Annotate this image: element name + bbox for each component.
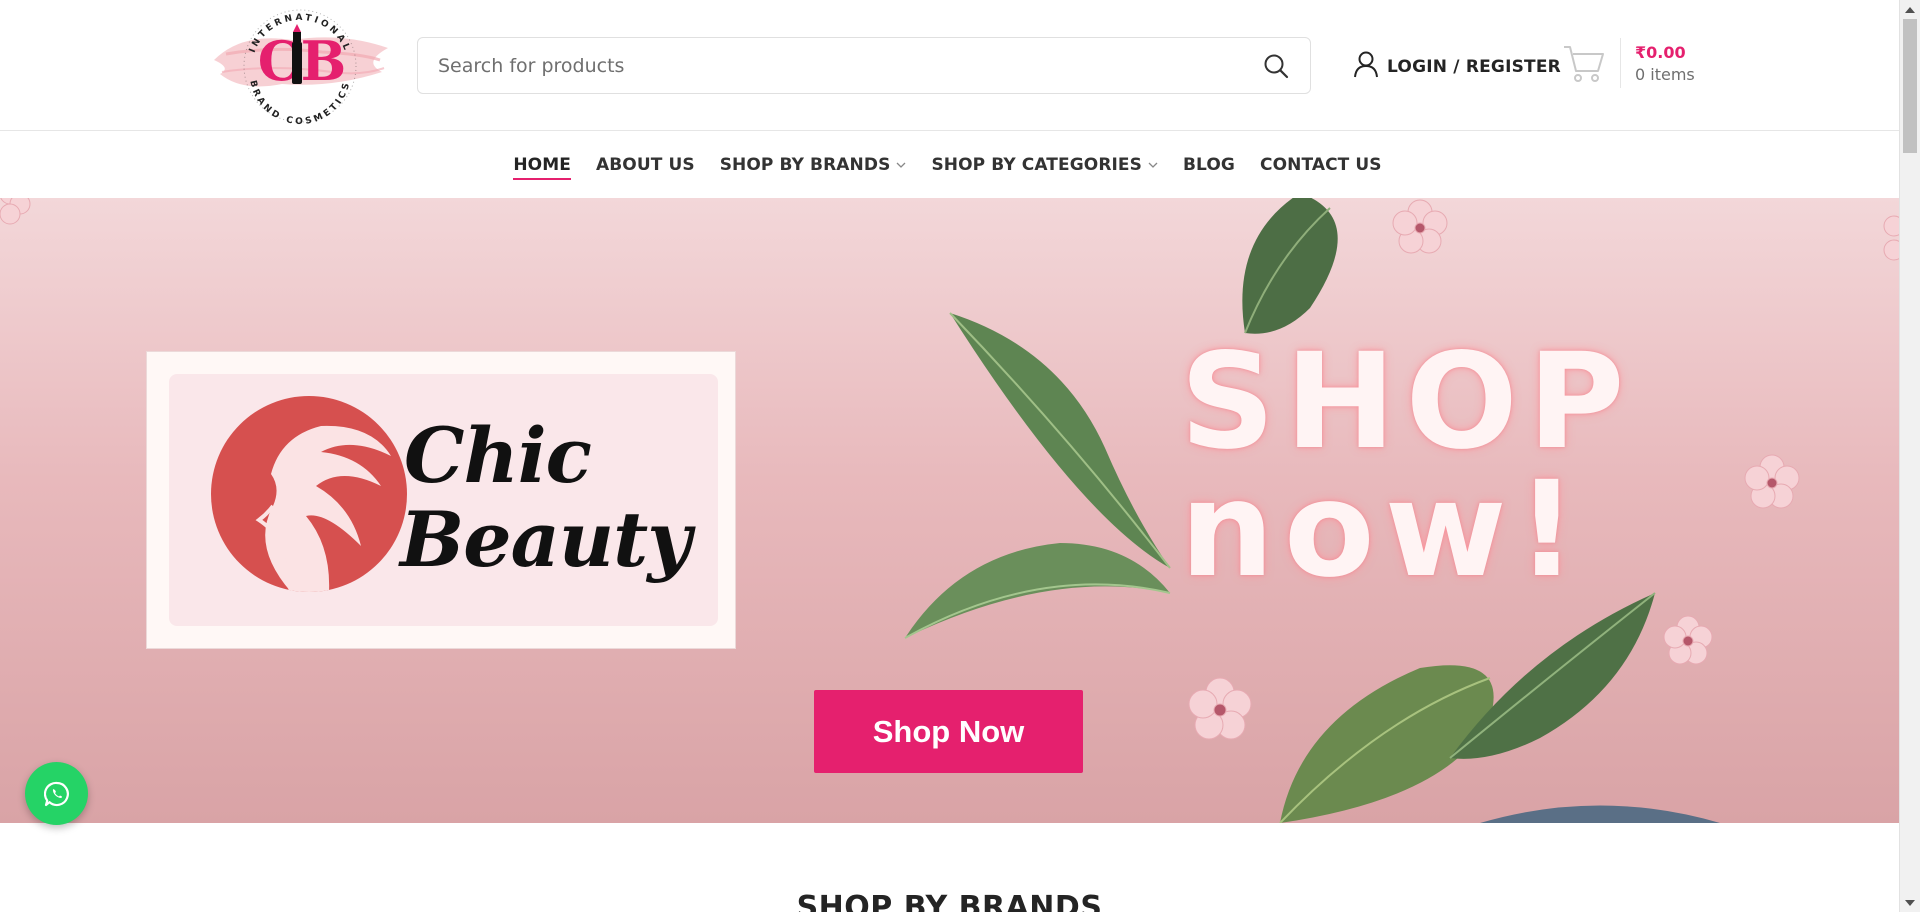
login-register-link[interactable]: LOGIN / REGISTER [1353, 50, 1561, 83]
brand-card-inner: Chic Beauty [169, 374, 718, 626]
hero-headline-line2: now! [1180, 453, 1587, 607]
hero-headline-line1: SHOP [1180, 325, 1635, 479]
cart-divider [1620, 38, 1621, 88]
nav-label: HOME [513, 154, 571, 175]
scrollbar-thumb[interactable] [1903, 19, 1917, 153]
search-input[interactable] [438, 54, 1262, 77]
brand-card: Chic Beauty [146, 351, 736, 649]
nav-item-home[interactable]: HOME [501, 132, 584, 197]
page: INTERNATIONAL BRAND COSMETICS CB LOGIN / [0, 0, 1899, 912]
nav-item-about-us[interactable]: ABOUT US [583, 132, 707, 197]
shop-now-button[interactable]: Shop Now [814, 690, 1083, 773]
whatsapp-icon [43, 781, 69, 806]
brand-name-line1: Chic [404, 411, 592, 500]
nav-label: CONTACT US [1260, 154, 1382, 175]
nav-label: BLOG [1183, 154, 1235, 175]
nav-list: HOME ABOUT US SHOP BY BRANDS SHOP BY CAT… [501, 132, 1394, 197]
cart-total: ₹0.00 [1635, 42, 1686, 62]
hero-banner: Chic Beauty SHOP now! Shop Now [0, 198, 1899, 823]
brand-name: Chic Beauty [400, 411, 691, 582]
main-nav: HOME ABOUT US SHOP BY BRANDS SHOP BY CAT… [0, 132, 1899, 197]
nav-label: SHOP BY BRANDS [719, 154, 891, 175]
nav-item-shop-by-categories[interactable]: SHOP BY CATEGORIES [919, 132, 1171, 197]
user-icon [1353, 50, 1379, 83]
cart-item-count: 0 items [1635, 64, 1695, 84]
login-register-label: LOGIN / REGISTER [1387, 56, 1561, 77]
page-scrollbar[interactable] [1899, 0, 1920, 912]
nav-item-contact-us[interactable]: CONTACT US [1248, 132, 1395, 197]
whatsapp-chat-button[interactable] [25, 762, 88, 825]
nav-label: SHOP BY CATEGORIES [931, 154, 1142, 175]
cart-icon [1562, 41, 1606, 85]
logo-graphic: INTERNATIONAL BRAND COSMETICS CB [214, 9, 388, 127]
scroll-up-arrow-icon[interactable] [1900, 0, 1920, 18]
scroll-down-arrow-icon[interactable] [1900, 894, 1920, 912]
search-bar [417, 37, 1311, 94]
site-header: INTERNATIONAL BRAND COSMETICS CB LOGIN / [0, 0, 1899, 131]
chevron-down-icon [896, 162, 906, 168]
chevron-down-icon [1148, 162, 1158, 168]
nav-label: ABOUT US [595, 154, 695, 175]
shop-by-brands-heading: SHOP BY BRANDS [796, 890, 1103, 912]
cart-summary: ₹0.00 0 items [1635, 43, 1695, 84]
nav-item-shop-by-brands[interactable]: SHOP BY BRANDS [707, 132, 919, 197]
site-logo[interactable]: INTERNATIONAL BRAND COSMETICS CB [212, 2, 388, 128]
nav-item-blog[interactable]: BLOG [1171, 132, 1248, 197]
brand-face-logo [211, 396, 407, 592]
hero-headline: SHOP now! [1180, 325, 1640, 607]
brand-name-line2: Beauty [400, 495, 691, 584]
search-icon[interactable] [1262, 52, 1290, 80]
cart-widget[interactable]: ₹0.00 0 items [1562, 38, 1695, 88]
